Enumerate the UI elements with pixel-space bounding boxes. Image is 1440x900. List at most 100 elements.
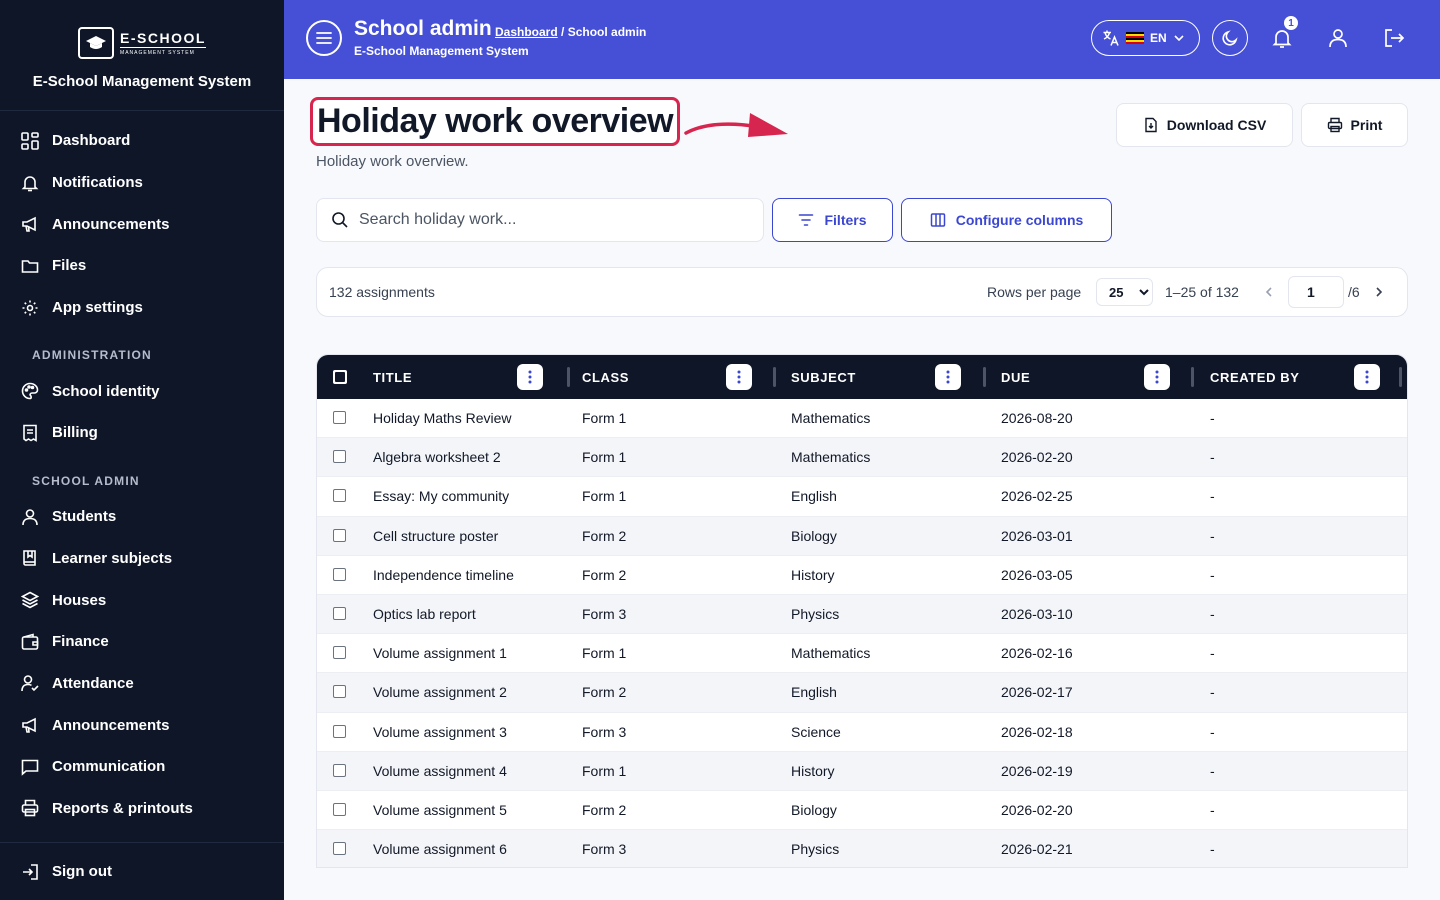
sidebar-item-communication[interactable]: Communication [0, 746, 284, 788]
column-menu-button[interactable] [1144, 364, 1170, 390]
select-all-checkbox[interactable] [333, 370, 347, 384]
gear-icon [20, 298, 40, 318]
sidebar-item-houses[interactable]: Houses [0, 579, 284, 621]
sidebar-item-reports[interactable]: Reports & printouts [0, 788, 284, 830]
printer-icon [20, 798, 40, 818]
table-row[interactable]: Volume assignment 1 Form 1 Mathematics 2026… [317, 634, 1407, 674]
sidebar-item-announcements[interactable]: Announcements [0, 203, 284, 245]
rows-per-page-select[interactable]: 25 [1096, 278, 1153, 306]
row-checkbox[interactable] [333, 450, 346, 464]
table-row[interactable]: Optics lab report Form 3 Physics 2026-03-10… [317, 594, 1407, 635]
theme-toggle-button[interactable] [1212, 20, 1248, 56]
row-checkbox[interactable] [333, 646, 346, 660]
sidebar-item-label: Reports & printouts [52, 799, 193, 817]
row-checkbox[interactable] [333, 567, 346, 581]
logo[interactable]: E-SCHOOL MANAGEMENT SYSTEM [78, 27, 206, 59]
table-row[interactable]: Volume assignment 6 Form 3 Physics 2026-02-… [317, 830, 1407, 867]
megaphone-icon [20, 214, 40, 234]
sidebar-item-label: App settings [52, 299, 143, 317]
language-selector[interactable]: EN [1091, 20, 1200, 56]
column-header-due[interactable]: DUE [1001, 355, 1030, 399]
table-row[interactable]: Volume assignment 3 Form 3 Science 2026-02-… [317, 713, 1407, 752]
column-resize-handle[interactable] [983, 367, 986, 387]
translate-icon [1103, 30, 1119, 46]
column-resize-handle[interactable] [567, 367, 570, 387]
sidebar-item-learner-subjects[interactable]: Learner subjects [0, 538, 284, 580]
column-menu-button[interactable] [726, 364, 752, 390]
search-box [316, 198, 764, 242]
table-row[interactable]: Volume assignment 4 Form 1 History 2026-02-… [317, 751, 1407, 791]
logout-button[interactable] [1376, 20, 1412, 56]
print-button[interactable]: Print [1301, 103, 1408, 147]
row-checkbox[interactable] [333, 489, 346, 503]
sidebar-item-finance[interactable]: Finance [0, 621, 284, 663]
breadcrumb-dashboard-link[interactable]: Dashboard [495, 25, 558, 39]
download-csv-label: Download CSV [1166, 117, 1267, 133]
brand-title: E-School Management System [32, 73, 252, 90]
sidebar-item-files[interactable]: Files [0, 245, 284, 287]
menu-toggle-button[interactable] [306, 20, 342, 56]
print-label: Print [1350, 117, 1383, 133]
row-checkbox[interactable] [333, 528, 346, 542]
user-icon [1329, 29, 1347, 48]
column-resize-handle[interactable] [1191, 367, 1194, 387]
column-header-title[interactable]: TITLE [373, 355, 412, 399]
row-checkbox[interactable] [333, 802, 346, 816]
table-row[interactable]: Volume assignment 2 Form 2 English 2026-02-… [317, 673, 1407, 713]
table-row[interactable]: Algebra worksheet 2 Form 1 Mathematics 2026… [317, 438, 1407, 478]
column-resize-handle[interactable] [1399, 367, 1402, 387]
profile-button[interactable] [1320, 20, 1356, 56]
row-checkbox[interactable] [333, 763, 346, 777]
column-menu-button[interactable] [1354, 364, 1380, 390]
column-header-subject[interactable]: SUBJECT [791, 355, 856, 399]
configure-columns-button[interactable]: Configure columns [901, 198, 1112, 242]
admin-nav: School identity Billing [0, 370, 284, 453]
palette-icon [20, 381, 40, 401]
column-menu-button[interactable] [935, 364, 961, 390]
table-row[interactable]: Cell structure poster Form 2 Biology 2026-0… [317, 516, 1407, 556]
assignment-count: 132 assignments [329, 284, 435, 300]
header-title: School admin [354, 17, 492, 40]
sign-out-button[interactable]: Sign out [0, 842, 284, 900]
sidebar-item-notifications[interactable]: Notifications [0, 162, 284, 204]
column-resize-handle[interactable] [773, 367, 776, 387]
table-row[interactable]: Volume assignment 5 Form 2 Biology 2026-02-… [317, 791, 1407, 831]
row-checkbox[interactable] [333, 606, 346, 620]
kebab-icon [1155, 370, 1159, 384]
sidebar-item-students[interactable]: Students [0, 496, 284, 538]
next-page-button[interactable] [1371, 282, 1387, 302]
row-checkbox[interactable] [333, 724, 346, 738]
rows-per-page-label: Rows per page [987, 284, 1082, 300]
dashboard-grid-icon [20, 131, 40, 151]
nav-section-school-admin: SCHOOL ADMIN [32, 473, 140, 488]
sidebar: E-SCHOOL MANAGEMENT SYSTEM E-School Mana… [0, 0, 284, 900]
sidebar-item-dashboard[interactable]: Dashboard [0, 120, 284, 162]
uganda-flag-icon [1126, 32, 1144, 44]
page-number-input[interactable] [1288, 276, 1344, 308]
filters-button[interactable]: Filters [772, 198, 893, 242]
row-checkbox[interactable] [333, 842, 346, 856]
sidebar-item-app-settings[interactable]: App settings [0, 287, 284, 329]
column-menu-button[interactable] [517, 364, 543, 390]
page-title: Holiday work overview [310, 97, 681, 146]
column-header-created-by[interactable]: CREATED BY [1210, 355, 1300, 399]
kebab-icon [737, 370, 741, 384]
download-csv-button[interactable]: Download CSV [1116, 103, 1293, 147]
user-icon [20, 507, 40, 527]
prev-page-button[interactable] [1261, 282, 1277, 302]
sidebar-item-attendance[interactable]: Attendance [0, 663, 284, 705]
notifications-button[interactable]: 1 [1264, 16, 1300, 56]
search-input[interactable] [359, 211, 739, 229]
wallet-icon [20, 632, 40, 652]
sidebar-item-billing[interactable]: Billing [0, 412, 284, 454]
table-row[interactable]: Holiday Maths Review Form 1 Mathematics 202… [317, 399, 1407, 439]
sidebar-item-announcements-school[interactable]: Announcements [0, 704, 284, 746]
row-checkbox[interactable] [333, 411, 346, 424]
row-checkbox[interactable] [333, 685, 346, 699]
column-header-class[interactable]: CLASS [582, 355, 629, 399]
sidebar-item-school-identity[interactable]: School identity [0, 370, 284, 412]
sidebar-item-label: Attendance [52, 674, 134, 692]
table-row[interactable]: Independence timeline Form 2 History 2026-0… [317, 556, 1407, 595]
megaphone-icon [20, 715, 40, 735]
table-row[interactable]: Essay: My community Form 1 English 2026-02-… [317, 477, 1407, 517]
